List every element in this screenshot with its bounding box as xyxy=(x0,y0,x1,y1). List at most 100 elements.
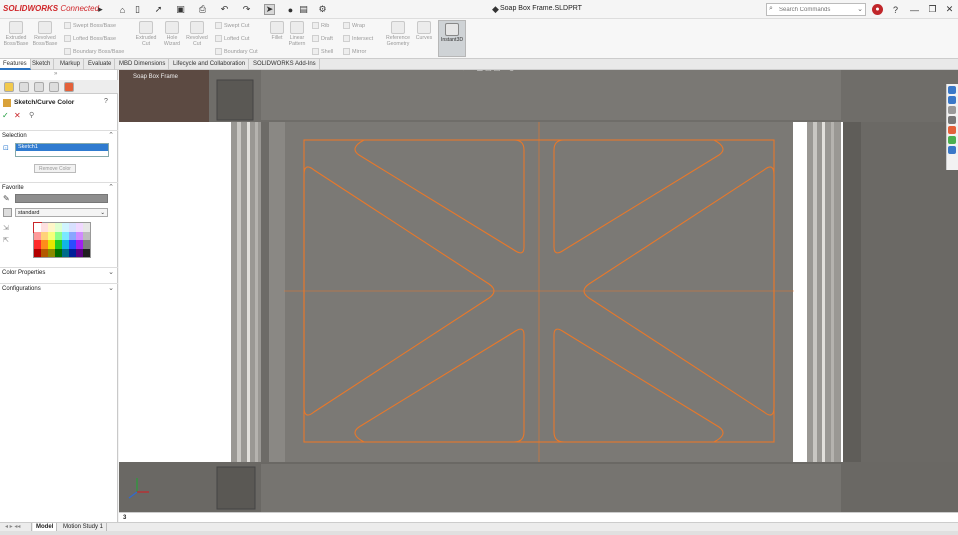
shell-button[interactable]: Shell xyxy=(312,48,333,55)
search-dropdown-icon[interactable]: ⌄ xyxy=(857,5,863,13)
color-swatch[interactable] xyxy=(83,240,90,249)
appearances-icon[interactable] xyxy=(948,126,956,134)
color-swatch[interactable] xyxy=(83,248,90,257)
search-input[interactable] xyxy=(767,4,851,15)
linear-pattern-button[interactable]: Linear Pattern xyxy=(286,21,308,47)
color-swatch[interactable] xyxy=(48,223,55,232)
eyedropper-icon[interactable]: ✎ xyxy=(3,194,10,203)
select-pointer-icon[interactable]: ➤ xyxy=(264,4,275,15)
graphics-area[interactable]: Soap Box Frame ⌕ ⊕ ↺ ▦ ◰ ▣ ◐ ◍ ▭ xyxy=(119,70,958,512)
extruded-cut-button[interactable]: Extruded Cut xyxy=(132,21,160,47)
home-icon[interactable]: ⌂ xyxy=(117,4,128,15)
open-icon[interactable]: ➚ xyxy=(153,4,164,15)
curves-button[interactable]: Curves xyxy=(413,21,435,41)
extruded-boss-button[interactable]: Extruded Boss/Base xyxy=(2,21,30,47)
design-library-icon[interactable] xyxy=(948,96,956,104)
instant3d-button[interactable]: Instant3D xyxy=(438,20,466,57)
minimize-icon[interactable]: — xyxy=(909,4,920,15)
new-document-icon[interactable]: ▯ xyxy=(132,4,143,15)
add-swatch-icon[interactable]: ⇲ xyxy=(3,224,9,232)
reference-geometry-button[interactable]: Reference Geometry xyxy=(382,21,414,47)
color-swatch[interactable] xyxy=(76,231,83,240)
view-palette-icon[interactable] xyxy=(948,116,956,124)
color-swatch[interactable] xyxy=(34,248,41,257)
selection-list[interactable]: Sketch1 xyxy=(15,143,109,157)
solidworks-logo[interactable]: SOLIDWORKS Connected xyxy=(3,4,99,13)
view-orientation-icon[interactable]: ◰ xyxy=(485,70,492,72)
file-explorer-icon[interactable] xyxy=(948,106,956,114)
search-commands-box[interactable]: ⌕ ⌄ xyxy=(766,3,866,16)
solidworks-resources-icon[interactable] xyxy=(948,86,956,94)
lofted-cut-button[interactable]: Lofted Cut xyxy=(215,35,249,42)
display-manager-tab-icon[interactable] xyxy=(64,81,74,92)
color-swatch[interactable] xyxy=(62,231,69,240)
swatch-set-select[interactable]: standard ⌄ xyxy=(15,208,108,217)
tab-markup[interactable]: Markup xyxy=(57,59,85,70)
tab-lifecycle-collaboration[interactable]: Lifecycle and Collaboration xyxy=(170,59,250,70)
user-avatar[interactable]: ● xyxy=(872,4,883,15)
color-swatch[interactable] xyxy=(33,222,42,233)
custom-properties-icon[interactable] xyxy=(948,136,956,144)
save-icon[interactable]: ▣ xyxy=(175,4,186,15)
tab-evaluate[interactable]: Evaluate xyxy=(85,59,116,70)
color-swatch[interactable] xyxy=(41,240,48,249)
color-swatch[interactable] xyxy=(62,248,69,257)
file-properties-icon[interactable]: ▤ xyxy=(298,4,309,15)
print-icon[interactable]: ⎙ xyxy=(197,4,208,15)
tab-solidworks-addins[interactable]: SOLIDWORKS Add-Ins xyxy=(250,59,320,70)
color-swatch[interactable] xyxy=(48,240,55,249)
revolved-cut-button[interactable]: Revolved Cut xyxy=(183,21,211,47)
swept-cut-button[interactable]: Swept Cut xyxy=(215,22,249,29)
lofted-boss-button[interactable]: Lofted Boss/Base xyxy=(64,35,116,42)
color-swatch[interactable] xyxy=(83,231,90,240)
display-style-icon[interactable]: ▣ xyxy=(494,70,501,72)
undo-icon[interactable]: ↶ xyxy=(219,4,230,15)
tab-sketch[interactable]: Sketch xyxy=(29,59,55,70)
color-swatch[interactable] xyxy=(69,231,76,240)
feature-tree-tab-icon[interactable] xyxy=(4,81,14,92)
property-manager-tab-icon[interactable] xyxy=(19,81,29,92)
close-icon[interactable]: ✕ xyxy=(944,4,955,15)
forum-icon[interactable] xyxy=(948,146,956,154)
section-view-icon[interactable]: ▦ xyxy=(477,70,484,72)
pin-icon[interactable]: ⚲ xyxy=(29,111,34,119)
remove-swatch-icon[interactable]: ⇱ xyxy=(3,236,9,244)
mirror-button[interactable]: Mirror xyxy=(343,48,366,55)
color-swatch[interactable] xyxy=(41,231,48,240)
restore-icon[interactable]: ❐ xyxy=(927,4,938,15)
color-swatch[interactable] xyxy=(69,223,76,232)
hide-show-items-icon[interactable]: ◐ xyxy=(502,70,506,72)
color-swatch[interactable] xyxy=(62,223,69,232)
color-swatch[interactable] xyxy=(62,240,69,249)
color-palette[interactable] xyxy=(33,222,91,258)
color-swatch[interactable] xyxy=(69,248,76,257)
color-swatch[interactable] xyxy=(34,240,41,249)
hole-wizard-button[interactable]: Hole Wizard xyxy=(158,21,186,47)
appearance-icon[interactable]: ◍ xyxy=(508,70,514,72)
favorite-color-swatch[interactable] xyxy=(15,194,108,203)
scene-icon[interactable]: ▭ xyxy=(517,70,524,72)
tab-mbd-dimensions[interactable]: MBD Dimensions xyxy=(116,59,170,70)
color-swatch[interactable] xyxy=(41,248,48,257)
zoom-area-icon[interactable]: ⊕ xyxy=(461,70,467,72)
color-swatch[interactable] xyxy=(48,248,55,257)
color-swatch[interactable] xyxy=(34,231,41,240)
zoom-to-fit-icon[interactable]: ⌕ xyxy=(455,70,459,72)
options-gear-icon[interactable]: ⚙ xyxy=(317,4,328,15)
revolved-boss-button[interactable]: Revolved Boss/Base xyxy=(31,21,59,47)
expand-arrow-icon[interactable]: ▸ xyxy=(95,4,106,15)
fillet-button[interactable]: Fillet xyxy=(266,21,288,41)
color-swatch[interactable] xyxy=(76,223,83,232)
color-swatch[interactable] xyxy=(55,223,62,232)
help-icon[interactable]: ? xyxy=(890,4,901,15)
panel-help-icon[interactable]: ? xyxy=(104,98,108,105)
tab-features[interactable]: Features xyxy=(0,59,31,70)
rib-button[interactable]: Rib xyxy=(312,22,329,29)
dimxpert-tab-icon[interactable] xyxy=(49,81,59,92)
color-swatch[interactable] xyxy=(55,248,62,257)
color-swatch[interactable] xyxy=(76,240,83,249)
color-swatch[interactable] xyxy=(41,223,48,232)
favorite-section-header[interactable]: Favorite ⌃ xyxy=(0,182,118,192)
color-swatch[interactable] xyxy=(83,223,90,232)
feature-tree-flyout[interactable]: Soap Box Frame xyxy=(133,74,178,80)
